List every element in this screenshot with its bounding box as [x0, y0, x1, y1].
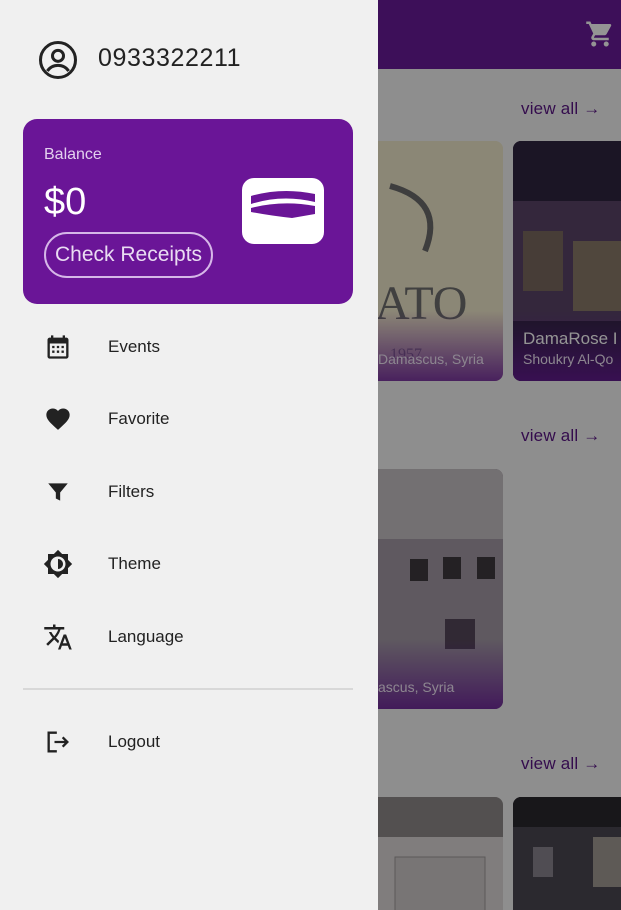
wallet-icon: [242, 178, 324, 244]
menu-item-label: Filters: [108, 482, 155, 501]
menu-item-language[interactable]: Language: [0, 609, 378, 665]
menu-item-label: Theme: [108, 554, 161, 573]
balance-amount: $0: [44, 181, 87, 223]
menu-item-label: Logout: [108, 732, 160, 751]
menu-item-favorite[interactable]: Favorite: [0, 391, 378, 447]
account-circle-icon[interactable]: [38, 40, 78, 80]
menu-item-label: Favorite: [108, 409, 170, 428]
menu-item-logout[interactable]: Logout: [0, 714, 378, 770]
menu-item-label: Language: [108, 627, 184, 646]
brightness-icon: [43, 549, 73, 579]
balance-label: Balance: [44, 146, 102, 163]
menu-item-label: Events: [108, 337, 160, 356]
navigation-drawer: 0933322211 Balance $0 Check Receipts Eve…: [0, 0, 378, 910]
menu-item-theme[interactable]: Theme: [0, 536, 378, 592]
check-receipts-button[interactable]: Check Receipts: [44, 232, 214, 278]
logout-icon: [47, 731, 69, 753]
menu-item-events[interactable]: Events: [0, 319, 378, 375]
menu-item-filters[interactable]: Filters: [0, 464, 378, 520]
filter-icon: [48, 483, 68, 501]
balance-card: Balance $0 Check Receipts: [23, 119, 353, 304]
heart-icon: [46, 408, 70, 430]
user-phone-number: 0933322211: [98, 44, 242, 72]
translate-icon: [44, 624, 72, 650]
calendar-icon: [47, 335, 69, 359]
drawer-divider: [23, 688, 353, 690]
